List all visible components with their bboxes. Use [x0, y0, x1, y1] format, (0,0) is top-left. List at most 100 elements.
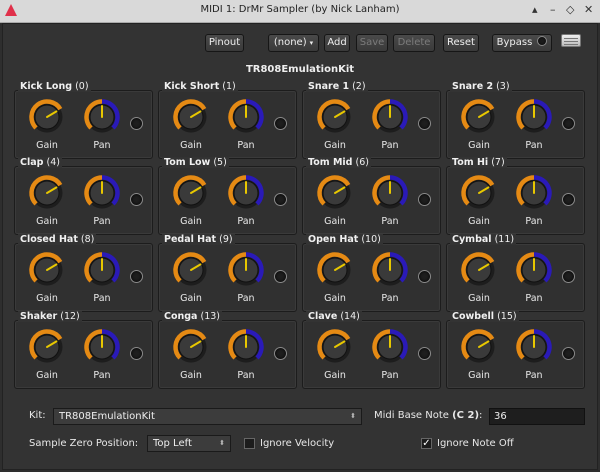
- sample-number: (4): [46, 157, 60, 168]
- sample-number: (0): [75, 81, 89, 92]
- pan-knob[interactable]: [227, 98, 265, 136]
- sample-title: Tom Hi (7): [450, 157, 507, 168]
- bypass-button[interactable]: Bypass: [492, 34, 552, 52]
- sample-zero-position-label: Sample Zero Position:: [29, 438, 139, 449]
- pan-knob[interactable]: [515, 251, 553, 289]
- gain-knob[interactable]: [316, 251, 354, 289]
- pan-knob[interactable]: [227, 174, 265, 212]
- ignore-velocity-checkbox[interactable]: [244, 438, 255, 449]
- sample-card: Conga (13) Gain Pan: [158, 311, 297, 389]
- pan-label: Pan: [381, 370, 399, 381]
- trigger-led: [418, 347, 431, 360]
- sample-card: Tom Hi (7) Gain Pan: [446, 157, 585, 235]
- add-button[interactable]: Add: [324, 34, 350, 52]
- gain-knob[interactable]: [460, 174, 498, 212]
- gain-label: Gain: [324, 370, 346, 381]
- trigger-led: [274, 347, 287, 360]
- sample-name: Open Hat: [308, 234, 359, 245]
- pan-knob[interactable]: [227, 328, 265, 366]
- gain-label: Gain: [468, 370, 490, 381]
- pan-knob[interactable]: [83, 251, 121, 289]
- sample-name: Clave: [308, 311, 338, 322]
- window-title: MIDI 1: DrMr Sampler (by Nick Lanham): [200, 4, 400, 15]
- sample-number: (5): [213, 157, 227, 168]
- gain-knob[interactable]: [28, 251, 66, 289]
- gain-knob[interactable]: [172, 174, 210, 212]
- gain-knob[interactable]: [172, 328, 210, 366]
- sample-number: (2): [352, 81, 366, 92]
- gain-knob[interactable]: [28, 98, 66, 136]
- gain-knob[interactable]: [28, 328, 66, 366]
- sample-number: (10): [361, 234, 381, 245]
- trigger-led: [130, 117, 143, 130]
- sample-number: (11): [494, 234, 515, 245]
- sample-number: (9): [219, 234, 233, 245]
- updown-arrows-icon: ⬍: [219, 439, 225, 447]
- close-icon[interactable]: ✕: [584, 3, 593, 17]
- bypass-led: [537, 36, 548, 46]
- gain-label: Gain: [180, 293, 202, 304]
- sample-card: Clap (4) Gain Pan: [14, 157, 153, 235]
- gain-label: Gain: [468, 293, 490, 304]
- sample-number: (8): [80, 234, 95, 245]
- pan-knob[interactable]: [83, 174, 121, 212]
- pan-knob[interactable]: [83, 98, 121, 136]
- keyboard-icon[interactable]: [561, 34, 581, 47]
- ignore-note-off-checkbox[interactable]: ✓: [421, 438, 432, 449]
- kit-label: Kit:: [29, 410, 46, 421]
- pan-knob[interactable]: [227, 251, 265, 289]
- preset-select[interactable]: (none) ▾: [268, 34, 319, 52]
- minimize-icon[interactable]: –: [550, 3, 556, 17]
- pan-knob[interactable]: [371, 328, 409, 366]
- sample-name: Conga: [164, 311, 198, 322]
- pan-label: Pan: [525, 293, 543, 304]
- gain-label: Gain: [324, 140, 346, 151]
- sample-title: Pedal Hat (9): [162, 234, 235, 245]
- gain-knob[interactable]: [316, 328, 354, 366]
- sample-name: Kick Long: [20, 81, 73, 92]
- maximize-icon[interactable]: ◇: [566, 3, 574, 17]
- updown-arrows-icon: ⬍: [350, 412, 356, 420]
- delete-button[interactable]: Delete: [393, 34, 435, 52]
- pan-knob[interactable]: [515, 174, 553, 212]
- pan-label: Pan: [93, 140, 111, 151]
- sample-card: Pedal Hat (9) Gain Pan: [158, 234, 297, 312]
- ignore-velocity-label: Ignore Velocity: [260, 438, 335, 449]
- pan-knob[interactable]: [371, 98, 409, 136]
- trigger-led: [562, 270, 575, 283]
- sample-number: (7): [491, 157, 505, 168]
- gain-label: Gain: [180, 140, 202, 151]
- sample-card: Snare 2 (3) Gain Pan: [446, 81, 585, 159]
- sample-number: (6): [355, 157, 369, 168]
- trigger-led: [562, 117, 575, 130]
- save-button[interactable]: Save: [356, 34, 388, 52]
- shade-icon[interactable]: ▴: [532, 3, 538, 17]
- gain-knob[interactable]: [460, 328, 498, 366]
- preset-value: (none): [273, 37, 307, 48]
- gain-label: Gain: [36, 216, 58, 227]
- sample-number: (12): [60, 311, 80, 322]
- pan-knob[interactable]: [515, 98, 553, 136]
- gain-knob[interactable]: [316, 174, 354, 212]
- pan-knob[interactable]: [371, 251, 409, 289]
- pinout-button[interactable]: Pinout: [205, 34, 244, 52]
- kit-select[interactable]: TR808EmulationKit ⬍: [53, 408, 362, 425]
- gain-knob[interactable]: [460, 98, 498, 136]
- sample-title: Closed Hat (8): [18, 234, 97, 245]
- zero-position-select[interactable]: Top Left ⬍: [147, 435, 231, 452]
- reset-button[interactable]: Reset: [443, 34, 479, 52]
- gain-knob[interactable]: [316, 98, 354, 136]
- gain-knob[interactable]: [172, 251, 210, 289]
- sample-title: Cymbal (11): [450, 234, 517, 245]
- gain-knob[interactable]: [460, 251, 498, 289]
- sample-card: Open Hat (10) Gain Pan: [302, 234, 441, 312]
- pan-label: Pan: [93, 370, 111, 381]
- gain-knob[interactable]: [28, 174, 66, 212]
- midi-base-note-input[interactable]: 36: [489, 408, 585, 425]
- gain-knob[interactable]: [172, 98, 210, 136]
- pan-knob[interactable]: [515, 328, 553, 366]
- pan-knob[interactable]: [371, 174, 409, 212]
- sample-title: Snare 1 (2): [306, 81, 368, 92]
- sample-name: Closed Hat: [20, 234, 78, 245]
- pan-knob[interactable]: [83, 328, 121, 366]
